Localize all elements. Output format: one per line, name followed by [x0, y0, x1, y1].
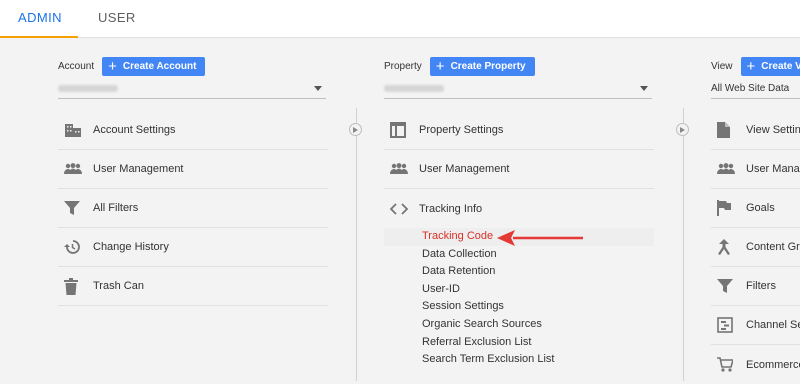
view-filters-item[interactable]: Filters: [711, 267, 800, 306]
change-history-item[interactable]: Change History: [58, 228, 328, 267]
property-user-management-item[interactable]: User Management: [384, 150, 654, 189]
user-id-link[interactable]: User-ID: [384, 281, 654, 299]
flag-icon: [711, 200, 746, 216]
trash-icon: [58, 278, 93, 295]
view-user-management-label: User Mana: [746, 163, 800, 175]
code-icon: [384, 203, 419, 215]
window-icon: [384, 122, 419, 138]
account-label: Account: [58, 61, 94, 72]
property-column: Property + Create Property Property Setti…: [384, 38, 654, 381]
tab-admin[interactable]: ADMIN: [0, 0, 78, 38]
plus-icon: +: [108, 59, 117, 74]
tracking-info-item[interactable]: Tracking Info: [384, 189, 654, 228]
create-view-button[interactable]: + Create Vi: [741, 57, 800, 76]
history-icon: [58, 239, 93, 255]
account-column: Account + Create Account Account Settings…: [58, 38, 328, 381]
ecommerce-label: Ecommerce: [746, 359, 800, 371]
trash-can-label: Trash Can: [93, 280, 144, 292]
redacted-property-name: [384, 85, 444, 92]
filter-icon: [58, 201, 93, 216]
property-user-management-label: User Management: [419, 163, 510, 175]
view-selector[interactable]: All Web Site Data: [711, 80, 800, 99]
view-label: View: [711, 61, 733, 72]
chevron-down-icon: [314, 86, 322, 91]
ecommerce-item[interactable]: Ecommerce: [711, 345, 800, 384]
change-history-label: Change History: [93, 241, 169, 253]
property-label: Property: [384, 61, 422, 72]
view-column: View + Create Vi All Web Site Data View S…: [711, 38, 800, 381]
view-selected-value: All Web Site Data: [711, 83, 789, 94]
top-tab-bar: ADMIN USER: [0, 0, 800, 38]
red-arrow-annotation: [497, 229, 585, 247]
plus-icon: +: [436, 59, 445, 74]
channel-settings-item[interactable]: Channel Se: [711, 306, 800, 345]
chevron-down-icon: [640, 86, 648, 91]
property-settings-item[interactable]: Property Settings: [384, 111, 654, 150]
create-view-label: Create Vi: [761, 61, 800, 72]
data-retention-link[interactable]: Data Retention: [384, 263, 654, 281]
content-grouping-icon: [711, 239, 746, 255]
column-divider: [356, 108, 357, 381]
account-settings-item[interactable]: Account Settings: [58, 111, 328, 150]
tracking-info-submenu: Tracking Code Data Collection Data Reten…: [384, 228, 654, 369]
arrow-right-icon: [349, 123, 362, 136]
all-filters-item[interactable]: All Filters: [58, 189, 328, 228]
view-settings-item[interactable]: View Settin: [711, 111, 800, 150]
data-collection-link[interactable]: Data Collection: [384, 246, 654, 264]
arrow-right-icon: [676, 123, 689, 136]
referral-exclusion-list-link[interactable]: Referral Exclusion List: [384, 334, 654, 352]
channel-settings-icon: [711, 317, 746, 333]
account-user-management-item[interactable]: User Management: [58, 150, 328, 189]
create-account-label: Create Account: [123, 61, 197, 72]
document-icon: [711, 122, 746, 138]
all-filters-label: All Filters: [93, 202, 138, 214]
account-menu: Account Settings User Management All Fil…: [58, 111, 328, 306]
content-grouping-item[interactable]: Content Gr: [711, 228, 800, 267]
view-header: View + Create Vi: [711, 56, 800, 76]
cart-icon: [711, 357, 746, 372]
people-icon: [711, 163, 746, 175]
goals-label: Goals: [746, 202, 775, 214]
plus-icon: +: [747, 59, 756, 74]
session-settings-link[interactable]: Session Settings: [384, 298, 654, 316]
account-settings-label: Account Settings: [93, 124, 176, 136]
view-user-management-item[interactable]: User Mana: [711, 150, 800, 189]
property-selector[interactable]: [384, 80, 652, 99]
filter-icon: [711, 279, 746, 294]
goals-item[interactable]: Goals: [711, 189, 800, 228]
redacted-account-name: [58, 85, 118, 92]
view-filters-label: Filters: [746, 280, 776, 292]
property-header: Property + Create Property: [384, 56, 535, 76]
account-user-management-label: User Management: [93, 163, 184, 175]
people-icon: [384, 163, 419, 175]
tab-user[interactable]: USER: [98, 0, 136, 38]
search-term-exclusion-list-link[interactable]: Search Term Exclusion List: [384, 351, 654, 369]
column-divider: [683, 108, 684, 381]
create-property-label: Create Property: [451, 61, 526, 72]
create-property-button[interactable]: + Create Property: [430, 57, 535, 76]
account-header: Account + Create Account: [58, 56, 205, 76]
channel-settings-label: Channel Se: [746, 319, 800, 331]
property-settings-label: Property Settings: [419, 124, 503, 136]
view-menu: View Settin User Mana Goals Content Gr F…: [711, 111, 800, 384]
people-icon: [58, 163, 93, 175]
building-icon: [58, 122, 93, 138]
view-settings-label: View Settin: [746, 124, 800, 136]
account-selector[interactable]: [58, 80, 326, 99]
tracking-info-label: Tracking Info: [419, 203, 482, 215]
create-account-button[interactable]: + Create Account: [102, 57, 205, 76]
content-grouping-label: Content Gr: [746, 241, 800, 253]
organic-search-sources-link[interactable]: Organic Search Sources: [384, 316, 654, 334]
trash-can-item[interactable]: Trash Can: [58, 267, 328, 306]
